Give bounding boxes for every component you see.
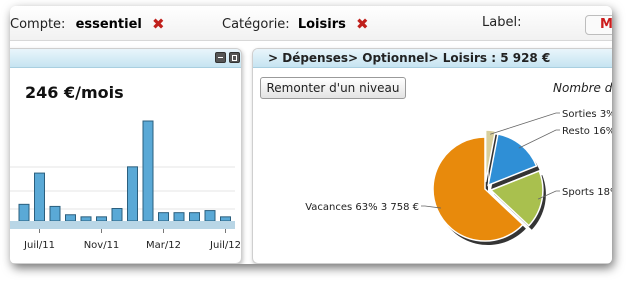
bar-month-0 [18,203,30,222]
chart-timeline-strip [10,221,235,229]
account-filter-value: essentiel [75,17,142,32]
bar-month-8 [142,120,154,222]
bar-month-5 [96,216,107,222]
bar-month-12 [204,210,216,222]
category-filter-value: Loisirs [297,17,346,32]
pie-label-2: Sports 18% 1 [562,187,612,198]
x-tick-label: Mar/12 [146,240,181,251]
bar-month-11 [189,212,200,222]
label-filter-label: Label: [482,15,522,30]
bar-month-2 [49,205,61,222]
app-frame: Compte: essentiel ✖ Catégorie: Loisirs ✖… [10,6,612,264]
bar-month-6 [111,208,123,222]
monthly-chart-panel: 246 €/mois Juil/11 Nov/11 Mar/12 Juil/12 [10,48,242,264]
category-filter-label: Catégorie: [222,17,290,32]
account-filter-label: Compte: [10,17,66,32]
pie-label-3: Vacances 63% 3 758 € [305,202,419,213]
bar-month-9 [158,212,169,222]
remove-category-filter-icon[interactable]: ✖ [356,15,369,33]
label-select-button[interactable]: M [585,15,612,35]
x-tick-label: Nov/11 [84,240,120,251]
pie-label-leader [490,112,560,135]
filter-bar: Compte: essentiel ✖ Catégorie: Loisirs ✖… [10,6,612,41]
x-tick-label: Juil/12 [209,240,241,251]
pie-label-1: Resto 16% 9 [562,126,612,137]
bar-month-1 [34,172,45,222]
bar-month-10 [173,212,185,222]
account-filter: Compte: essentiel ✖ [10,15,165,33]
pie-label-leader [518,129,560,149]
category-pie-chart: Sorties 3% 19 Resto 16% 9 Sports 18% 1 Vaca… [305,109,612,246]
label-filter: Label: [482,15,521,30]
bar-month-7 [127,166,138,222]
bar-month-3 [65,214,76,222]
category-breakdown-panel: > Dépenses> Optionnel> Loisirs : 5 928 €… [252,48,612,264]
category-filter: Catégorie: Loisirs ✖ [222,15,369,33]
pie-label-0: Sorties 3% 19 [562,109,612,120]
bar-month-13 [220,216,231,222]
monthly-bar-chart: Juil/11 Nov/11 Mar/12 Juil/12 [10,120,241,251]
bar-month-4 [80,216,92,222]
remove-account-filter-icon[interactable]: ✖ [152,15,165,33]
x-tick-label: Juil/11 [23,240,55,251]
